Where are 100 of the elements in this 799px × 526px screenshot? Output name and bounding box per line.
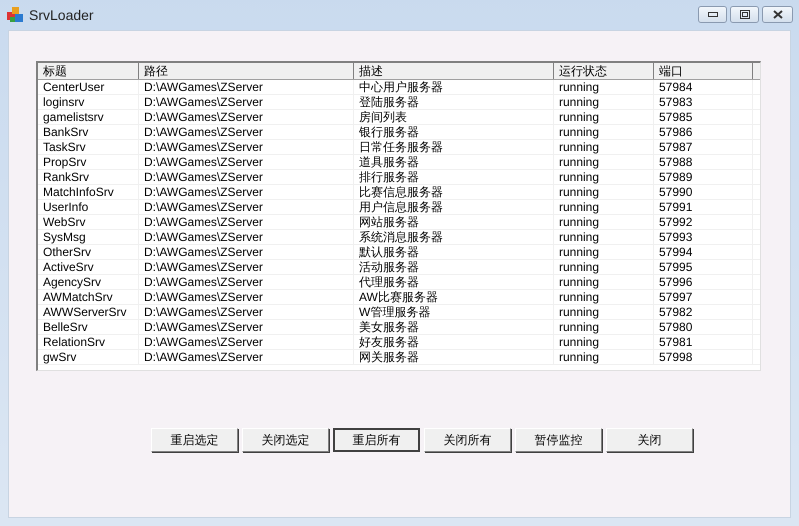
table-cell: UserInfo [38, 200, 139, 214]
table-cell: running [554, 320, 654, 334]
table-cell: 57997 [654, 290, 753, 304]
table-cell: D:\AWGames\ZServer [139, 290, 354, 304]
table-cell: D:\AWGames\ZServer [139, 200, 354, 214]
table-cell: 57991 [654, 200, 753, 214]
table-cell: running [554, 110, 654, 124]
table-cell: loginsrv [38, 95, 139, 109]
table-cell: 系统消息服务器 [354, 230, 554, 244]
table-cell: 57993 [654, 230, 753, 244]
minimize-icon [708, 12, 718, 17]
column-header[interactable]: 路径 [139, 63, 354, 79]
table-cell: 57981 [654, 335, 753, 349]
window-title: SrvLoader [29, 6, 94, 24]
table-cell: 57986 [654, 125, 753, 139]
table-cell: 道具服务器 [354, 155, 554, 169]
column-header[interactable]: 标题 [38, 63, 139, 79]
table-cell: 中心用户服务器 [354, 80, 554, 94]
table-cell: D:\AWGames\ZServer [139, 335, 354, 349]
table-cell: 银行服务器 [354, 125, 554, 139]
table-cell: 用户信息服务器 [354, 200, 554, 214]
table-cell: 57989 [654, 170, 753, 184]
table-cell: 代理服务器 [354, 275, 554, 289]
table-cell: gamelistsrv [38, 110, 139, 124]
table-cell: running [554, 290, 654, 304]
table-cell: RankSrv [38, 170, 139, 184]
action-button[interactable]: 重启选定 [151, 428, 238, 452]
action-button[interactable]: 暂停监控 [515, 428, 602, 452]
table-cell: running [554, 125, 654, 139]
table-cell: 57980 [654, 320, 753, 334]
table-cell: running [554, 95, 654, 109]
table-cell: 57983 [654, 95, 753, 109]
table-cell: PropSrv [38, 155, 139, 169]
close-icon [772, 10, 782, 19]
table-cell: ActiveSrv [38, 260, 139, 274]
table-cell: RelationSrv [38, 335, 139, 349]
table-cell: D:\AWGames\ZServer [139, 215, 354, 229]
table-cell: BelleSrv [38, 320, 139, 334]
table-cell: AWMatchSrv [38, 290, 139, 304]
table-cell: D:\AWGames\ZServer [139, 260, 354, 274]
table-cell: 57988 [654, 155, 753, 169]
action-button[interactable]: 关闭 [606, 428, 693, 452]
table-cell: D:\AWGames\ZServer [139, 305, 354, 319]
table-cell: OtherSrv [38, 245, 139, 259]
table-cell: 美女服务器 [354, 320, 554, 334]
table-cell: 57982 [654, 305, 753, 319]
table-cell: 57990 [654, 185, 753, 199]
table-cell: MatchInfoSrv [38, 185, 139, 199]
table-cell: BankSrv [38, 125, 139, 139]
table-cell: AW比赛服务器 [354, 290, 554, 304]
table-cell: TaskSrv [38, 140, 139, 154]
table-cell: running [554, 200, 654, 214]
table-cell: 57985 [654, 110, 753, 124]
table-cell: running [554, 305, 654, 319]
table-cell: D:\AWGames\ZServer [139, 140, 354, 154]
table-cell: D:\AWGames\ZServer [139, 95, 354, 109]
table-cell: 57984 [654, 80, 753, 94]
table-cell: AgencySrv [38, 275, 139, 289]
table-cell: D:\AWGames\ZServer [139, 185, 354, 199]
close-button[interactable] [762, 6, 793, 23]
table-cell: SysMsg [38, 230, 139, 244]
table-cell: running [554, 140, 654, 154]
table-cell: running [554, 260, 654, 274]
table-cell: D:\AWGames\ZServer [139, 170, 354, 184]
table-cell: 默认服务器 [354, 245, 554, 259]
table-cell: D:\AWGames\ZServer [139, 245, 354, 259]
table-cell: 好友服务器 [354, 335, 554, 349]
table-cell: W管理服务器 [354, 305, 554, 319]
table-cell: running [554, 155, 654, 169]
table-cell: D:\AWGames\ZServer [139, 350, 354, 364]
table-cell: running [554, 335, 654, 349]
table-cell: D:\AWGames\ZServer [139, 230, 354, 244]
table-cell: D:\AWGames\ZServer [139, 110, 354, 124]
column-header[interactable]: 描述 [354, 63, 554, 79]
action-button[interactable]: 关闭所有 [424, 428, 511, 452]
table-cell: running [554, 230, 654, 244]
table-cell: 57996 [654, 275, 753, 289]
table-cell: 比赛信息服务器 [354, 185, 554, 199]
maximize-button[interactable] [730, 6, 759, 23]
restore-icon [740, 10, 750, 19]
table-cell: running [554, 215, 654, 229]
table-cell: running [554, 185, 654, 199]
table-cell: 57992 [654, 215, 753, 229]
table-cell: D:\AWGames\ZServer [139, 275, 354, 289]
minimize-button[interactable] [698, 6, 727, 23]
table-cell: running [554, 245, 654, 259]
table-cell: 房间列表 [354, 110, 554, 124]
table-cell: 网关服务器 [354, 350, 554, 364]
column-header[interactable]: 端口 [654, 63, 753, 79]
table-cell: 网站服务器 [354, 215, 554, 229]
table-cell: 57995 [654, 260, 753, 274]
table-cell: running [554, 350, 654, 364]
action-button[interactable]: 重启所有 [333, 428, 420, 452]
table-cell: gwSrv [38, 350, 139, 364]
column-header[interactable]: 运行状态 [554, 63, 654, 79]
table-cell: 登陆服务器 [354, 95, 554, 109]
table-cell: 排行服务器 [354, 170, 554, 184]
table-cell: 活动服务器 [354, 260, 554, 274]
action-button[interactable]: 关闭选定 [242, 428, 329, 452]
table-cell: CenterUser [38, 80, 139, 94]
